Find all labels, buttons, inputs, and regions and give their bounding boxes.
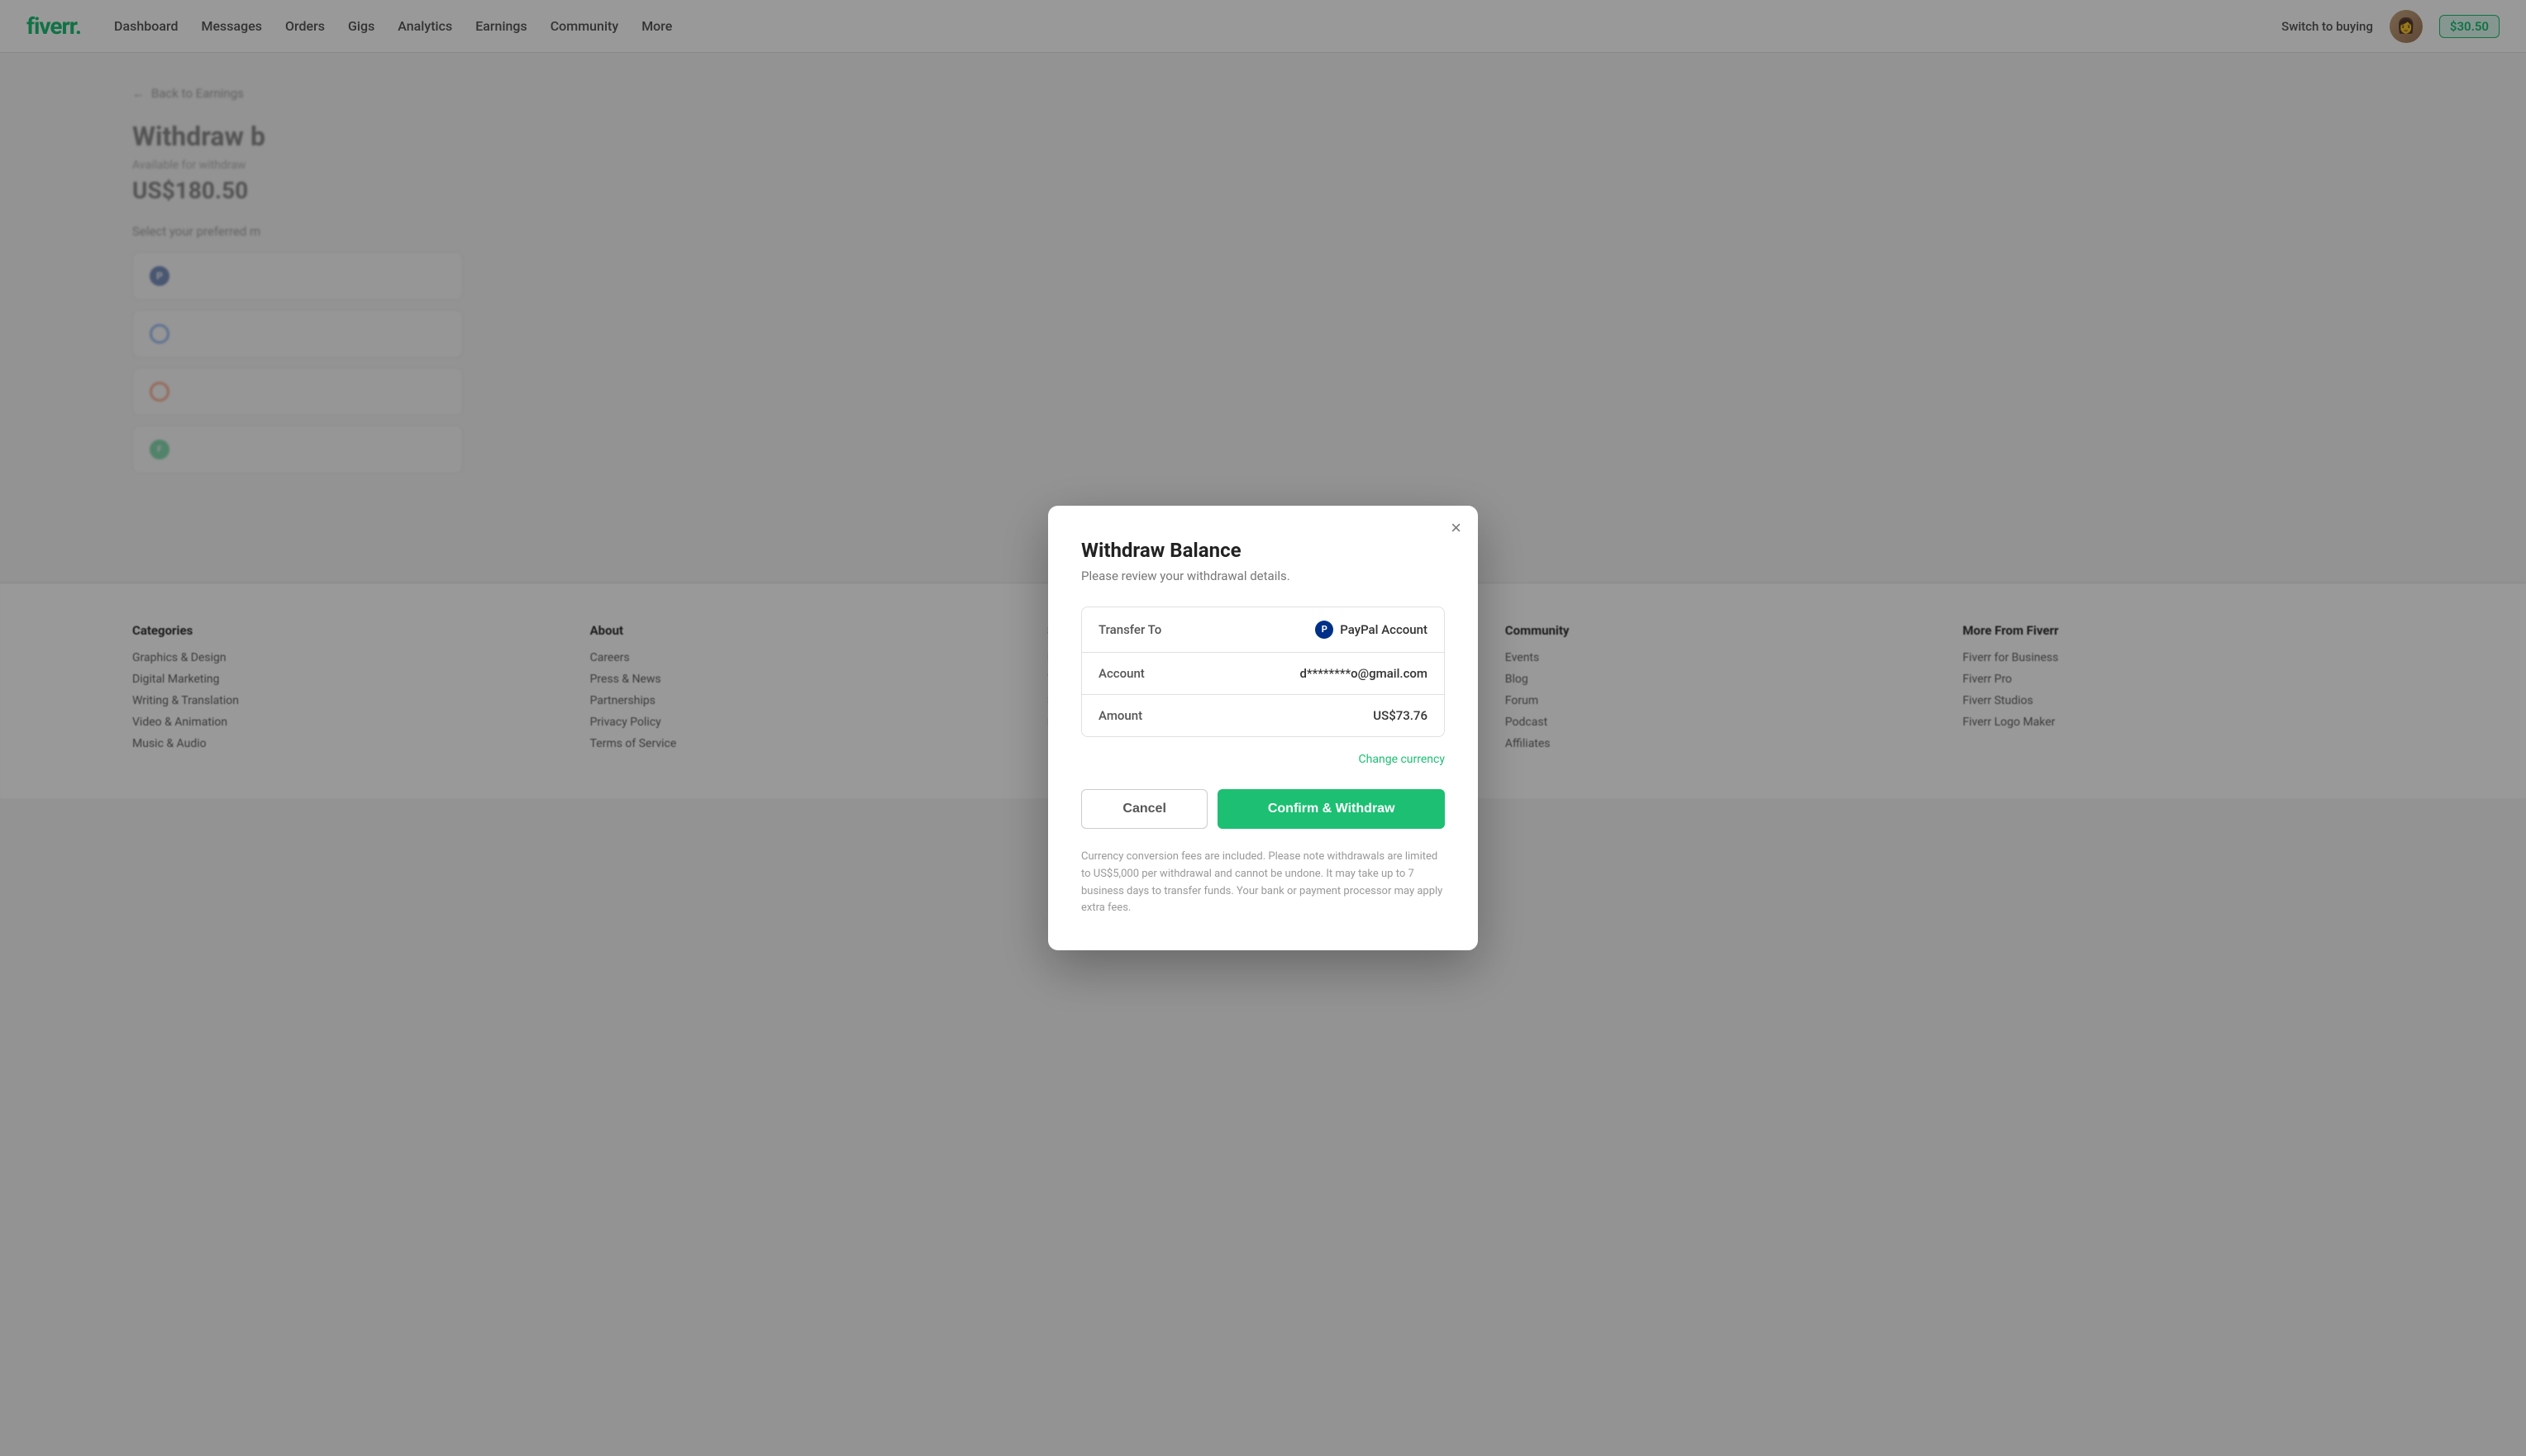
change-currency-link[interactable]: Change currency	[1359, 753, 1445, 766]
paypal-icon-modal: P	[1315, 621, 1333, 639]
modal-close-button[interactable]: ×	[1451, 519, 1461, 537]
change-currency-container: Change currency	[1081, 750, 1445, 766]
account-row: Account d********o@gmail.com	[1082, 653, 1444, 695]
withdraw-modal: × Withdraw Balance Please review your wi…	[1048, 506, 1478, 950]
transfer-to-label: Transfer To	[1099, 622, 1161, 637]
withdrawal-details-table: Transfer To P PayPal Account Account d**…	[1081, 607, 1445, 737]
account-value: d********o@gmail.com	[1300, 666, 1428, 681]
cancel-button[interactable]: Cancel	[1081, 789, 1208, 829]
modal-subtitle: Please review your withdrawal details.	[1081, 569, 1445, 583]
transfer-to-value: P PayPal Account	[1315, 621, 1427, 639]
modal-title: Withdraw Balance	[1081, 539, 1445, 562]
amount-row: Amount US$73.76	[1082, 695, 1444, 736]
amount-label: Amount	[1099, 708, 1142, 723]
modal-buttons: Cancel Confirm & Withdraw	[1081, 789, 1445, 829]
transfer-to-text: PayPal Account	[1340, 622, 1427, 637]
confirm-withdraw-button[interactable]: Confirm & Withdraw	[1218, 789, 1445, 829]
account-label: Account	[1099, 666, 1145, 681]
modal-overlay[interactable]: × Withdraw Balance Please review your wi…	[0, 0, 2526, 1456]
amount-value: US$73.76	[1373, 708, 1427, 723]
disclaimer-text: Currency conversion fees are included. P…	[1081, 849, 1445, 917]
transfer-to-row: Transfer To P PayPal Account	[1082, 607, 1444, 653]
